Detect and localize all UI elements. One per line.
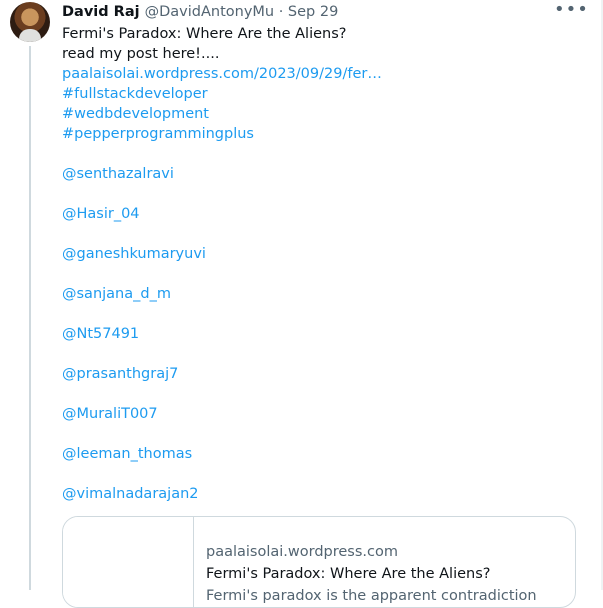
card-description: Fermi's paradox is the apparent contradi… (206, 588, 537, 604)
author-handle-date[interactable]: @DavidAntonyMu · Sep 29 (145, 4, 339, 20)
author-name[interactable]: David Raj (62, 4, 140, 20)
mention-link[interactable]: @Hasir_04 (62, 204, 582, 224)
hashtag-link[interactable]: #pepperprogrammingplus (62, 124, 582, 144)
mention-link[interactable]: @ganeshkumaryuvi (62, 244, 582, 264)
card-title: Fermi's Paradox: Where Are the Aliens? (206, 566, 491, 582)
hashtag-link[interactable]: #fullstackdeveloper (62, 84, 582, 104)
mention-link[interactable]: @senthazalravi (62, 164, 582, 184)
hashtag-link[interactable]: #wedbdevelopment (62, 104, 582, 124)
mention-link[interactable]: @vimalnadarajan2 (62, 484, 582, 504)
post-link[interactable]: paalaisolai.wordpress.com/2023/09/29/fer… (62, 64, 582, 84)
more-options-icon[interactable]: ••• (554, 1, 588, 24)
tweet-text-line: Fermi's Paradox: Where Are the Aliens? (62, 26, 347, 42)
mention-link[interactable]: @MuraliT007 (62, 404, 582, 424)
mention-link[interactable]: @sanjana_d_m (62, 284, 582, 304)
tweet-header: David Raj @DavidAntonyMu · Sep 29 (62, 2, 338, 22)
card-text: paalaisolai.wordpress.com Fermi's Parado… (206, 541, 537, 607)
thread-connector-line (29, 46, 31, 590)
mention-link[interactable]: @Nt57491 (62, 324, 582, 344)
link-preview-card[interactable]: paalaisolai.wordpress.com Fermi's Parado… (62, 516, 576, 608)
avatar[interactable] (10, 2, 50, 42)
mention-link[interactable]: @leeman_thomas (62, 444, 582, 464)
card-domain: paalaisolai.wordpress.com (206, 544, 398, 560)
mention-link[interactable]: @prasanthgraj7 (62, 364, 582, 384)
tweet-text-line: read my post here!.... (62, 46, 220, 62)
card-thumbnail[interactable] (63, 517, 194, 607)
tweet-body: Fermi's Paradox: Where Are the Aliens? r… (62, 24, 582, 504)
